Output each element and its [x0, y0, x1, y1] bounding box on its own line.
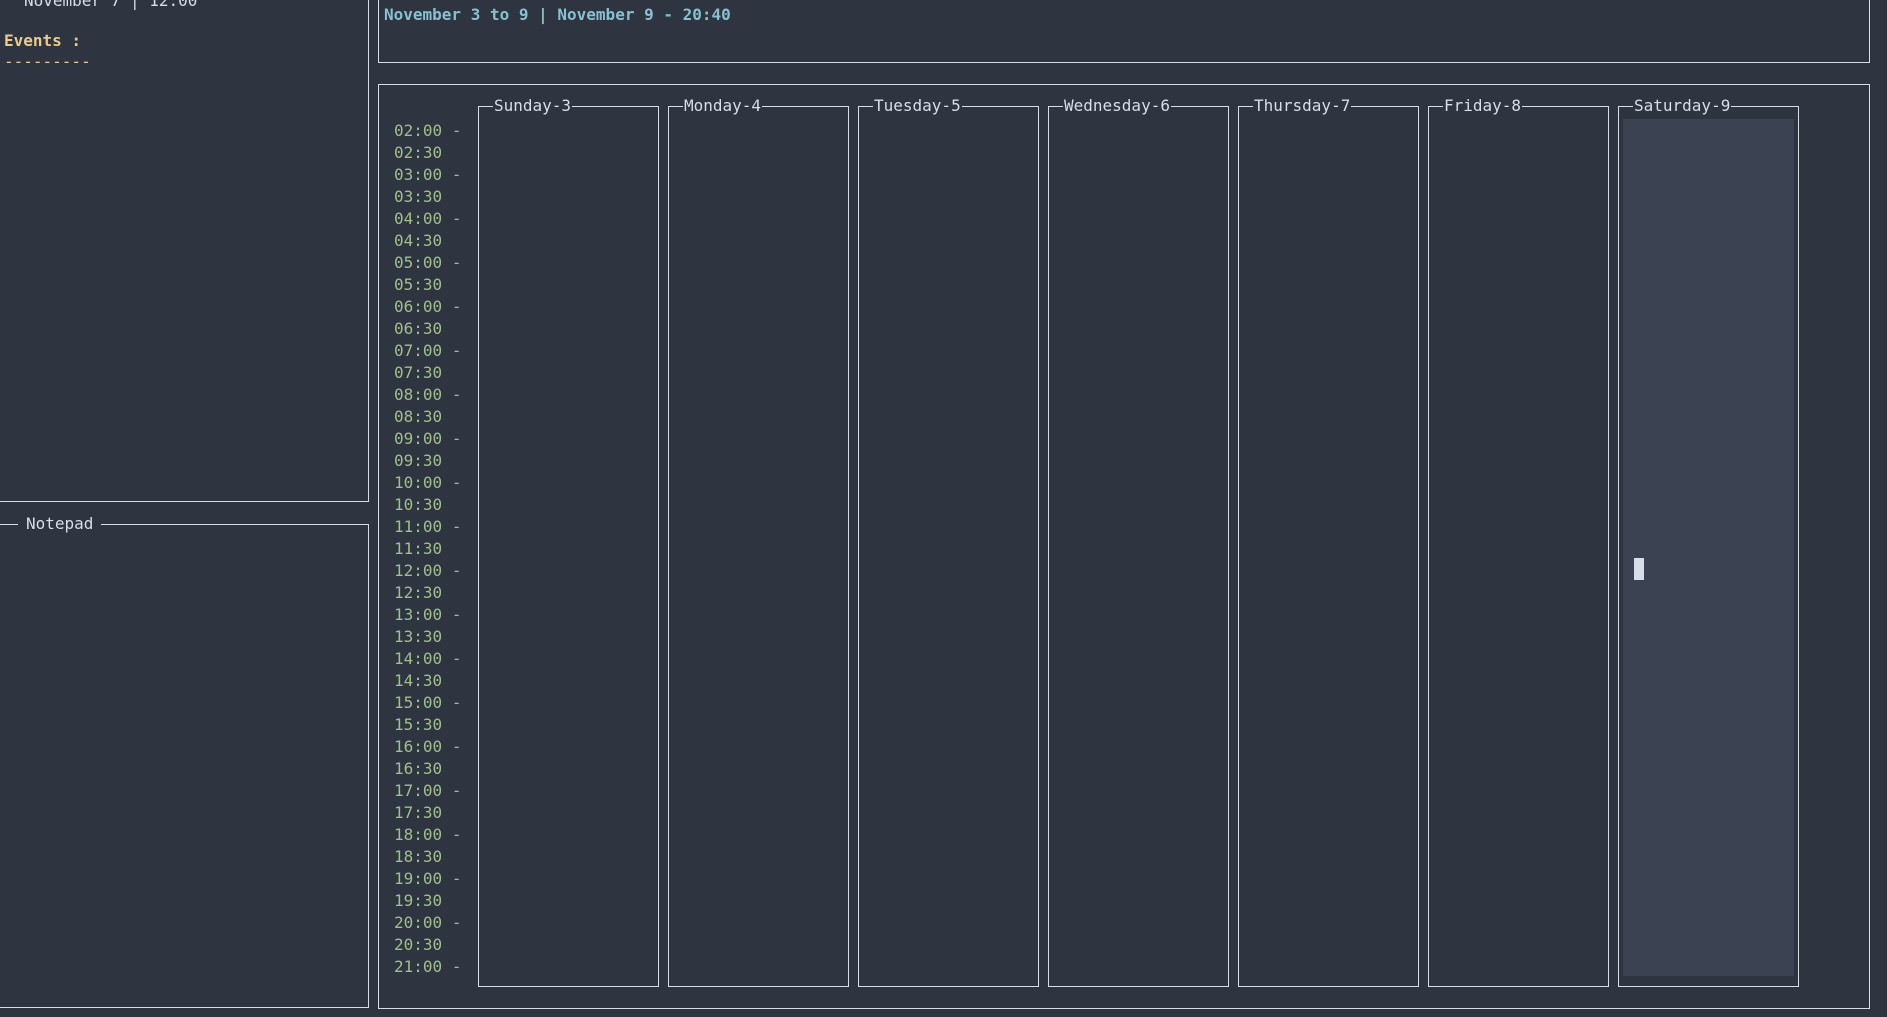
day-column-title: Monday-4: [683, 96, 763, 115]
events-panel: [0, 0, 369, 502]
time-label: 16:30: [394, 759, 443, 778]
time-label: 05:00 -: [394, 253, 462, 272]
time-label: 15:00 -: [394, 693, 462, 712]
day-column-title: Friday-8: [1443, 96, 1523, 115]
time-label: 07:00 -: [394, 341, 462, 360]
time-axis: 02:00 - 02:30 03:00 - 03:30 04:00 - 04:30 05:0…: [394, 120, 461, 978]
time-label: 05:30: [394, 275, 443, 294]
day-column-title: Wednesday-6: [1063, 96, 1171, 115]
day-column[interactable]: Thursday-7: [1238, 97, 1419, 987]
day-column-title: Tuesday-5: [873, 96, 962, 115]
selected-day-highlight: [1623, 119, 1794, 976]
day-column[interactable]: Tuesday-5: [858, 97, 1039, 987]
time-label: 02:30: [394, 143, 443, 162]
time-label: 04:30: [394, 231, 443, 250]
time-label: 09:00 -: [394, 429, 462, 448]
time-label: 08:00 -: [394, 385, 462, 404]
time-label: 11:30: [394, 539, 443, 558]
day-column-title: Saturday-9: [1633, 96, 1732, 115]
time-label: 08:30: [394, 407, 443, 426]
day-column[interactable]: Wednesday-6: [1048, 97, 1229, 987]
time-label: 10:30: [394, 495, 443, 514]
events-separator: ---------: [4, 52, 91, 71]
day-column[interactable]: Saturday-9: [1618, 97, 1799, 987]
time-label: 12:30: [394, 583, 443, 602]
week-header: November 3 to 9 | November 9 - 20:40: [378, 0, 1870, 63]
time-label: 09:30: [394, 451, 443, 470]
time-label: 15:30: [394, 715, 443, 734]
time-label: 02:00 -: [394, 121, 462, 140]
day-column[interactable]: Sunday-3: [478, 97, 659, 987]
day-column-title: Sunday-3: [493, 96, 573, 115]
time-label: 18:00 -: [394, 825, 462, 844]
time-label: 20:00 -: [394, 913, 462, 932]
notepad-panel[interactable]: Notepad: [0, 515, 369, 1008]
time-label: 07:30: [394, 363, 443, 382]
time-label: 14:30: [394, 671, 443, 690]
day-column[interactable]: Friday-8: [1428, 97, 1609, 987]
time-label: 10:00 -: [394, 473, 462, 492]
time-label: 13:30: [394, 627, 443, 646]
time-label: 18:30: [394, 847, 443, 866]
time-label: 06:00 -: [394, 297, 462, 316]
time-label: 11:00 -: [394, 517, 462, 536]
time-label: 13:00 -: [394, 605, 462, 624]
time-label: 12:00 -: [394, 561, 462, 580]
time-label: 17:00 -: [394, 781, 462, 800]
time-label: 03:30: [394, 187, 443, 206]
time-label: 14:00 -: [394, 649, 462, 668]
week-range-text: November 3 to 9 | November 9 - 20:40: [384, 5, 731, 24]
time-label: 04:00 -: [394, 209, 462, 228]
time-label: 19:00 -: [394, 869, 462, 888]
text-cursor: [1634, 558, 1644, 580]
day-column-title: Thursday-7: [1253, 96, 1352, 115]
time-label: 06:30: [394, 319, 443, 338]
time-label: 19:30: [394, 891, 443, 910]
events-label: Events :: [4, 31, 82, 50]
time-label: 21:00 -: [394, 957, 462, 976]
time-label: 17:30: [394, 803, 443, 822]
day-column[interactable]: Monday-4: [668, 97, 849, 987]
notepad-title: Notepad: [18, 515, 102, 533]
time-label: 20:30: [394, 935, 443, 954]
current-date: November 7 | 12:00: [24, 0, 198, 10]
time-label: 03:00 -: [394, 165, 462, 184]
time-label: 16:00 -: [394, 737, 462, 756]
